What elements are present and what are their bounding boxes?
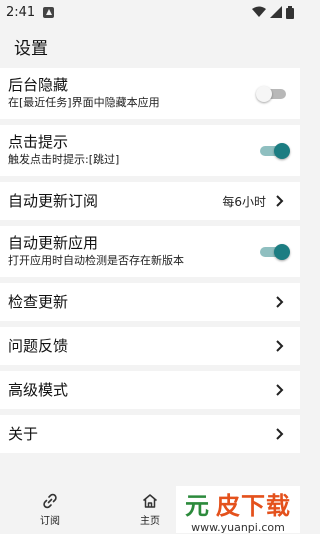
setting-feedback[interactable]: 问题反馈 — [0, 327, 300, 371]
settings-list: 后台隐藏 在[最近任务]界面中隐藏本应用 点击提示 触发点击时提示:[跳过] 自… — [0, 68, 300, 459]
signal-icon — [270, 6, 282, 18]
setting-background-hide[interactable]: 后台隐藏 在[最近任务]界面中隐藏本应用 — [0, 68, 300, 125]
update-interval-value: 每6小时 — [222, 194, 266, 209]
chevron-right-icon — [276, 384, 284, 396]
home-icon — [143, 494, 157, 508]
setting-advanced-mode[interactable]: 高级模式 — [0, 371, 300, 415]
click-hint-toggle[interactable] — [258, 142, 290, 159]
watermark-text-a: 元 — [185, 491, 210, 520]
nav-label: 主页 — [140, 516, 160, 527]
setting-title: 问题反馈 — [8, 336, 69, 355]
link-icon — [43, 493, 57, 509]
setting-title: 检查更新 — [8, 292, 69, 311]
setting-check-update[interactable]: 检查更新 — [0, 283, 300, 327]
watermark-url: www.yuanpi.com — [191, 520, 285, 534]
nav-subscription[interactable]: 订阅 — [0, 478, 100, 533]
page-title: 设置 — [14, 38, 48, 59]
setting-title: 关于 — [8, 424, 39, 443]
setting-auto-update-app[interactable]: 自动更新应用 打开应用时自动检测是否存在新版本 — [0, 226, 300, 283]
watermark-logo: 元 皮下载 www.yuanpi.com — [176, 486, 300, 534]
setting-title: 自动更新订阅 — [8, 191, 99, 210]
notification-icon — [43, 6, 55, 18]
setting-subtitle: 打开应用时自动检测是否存在新版本 — [8, 254, 184, 267]
status-bar: 2:41 — [0, 0, 300, 24]
chevron-right-icon — [276, 195, 284, 207]
setting-auto-update-subscription[interactable]: 自动更新订阅 每6小时 — [0, 182, 300, 226]
app-bar: 设置 — [0, 24, 300, 68]
setting-title: 点击提示 — [8, 133, 69, 151]
setting-title: 自动更新应用 — [8, 234, 99, 252]
chevron-right-icon — [276, 428, 284, 440]
setting-subtitle: 触发点击时提示:[跳过] — [8, 153, 120, 166]
watermark-text-b: 皮下载 — [216, 491, 291, 520]
setting-click-hint[interactable]: 点击提示 触发点击时提示:[跳过] — [0, 125, 300, 182]
wifi-icon — [252, 6, 266, 17]
battery-icon — [286, 5, 294, 19]
chevron-right-icon — [276, 340, 284, 352]
setting-about[interactable]: 关于 — [0, 415, 300, 459]
setting-title: 高级模式 — [8, 380, 69, 399]
chevron-right-icon — [276, 296, 284, 308]
background-hide-toggle[interactable] — [256, 85, 288, 102]
setting-subtitle: 在[最近任务]界面中隐藏本应用 — [8, 96, 160, 109]
setting-title: 后台隐藏 — [8, 76, 69, 94]
auto-update-app-toggle[interactable] — [258, 243, 290, 260]
nav-label: 订阅 — [40, 516, 60, 527]
status-time: 2:41 — [6, 4, 36, 20]
